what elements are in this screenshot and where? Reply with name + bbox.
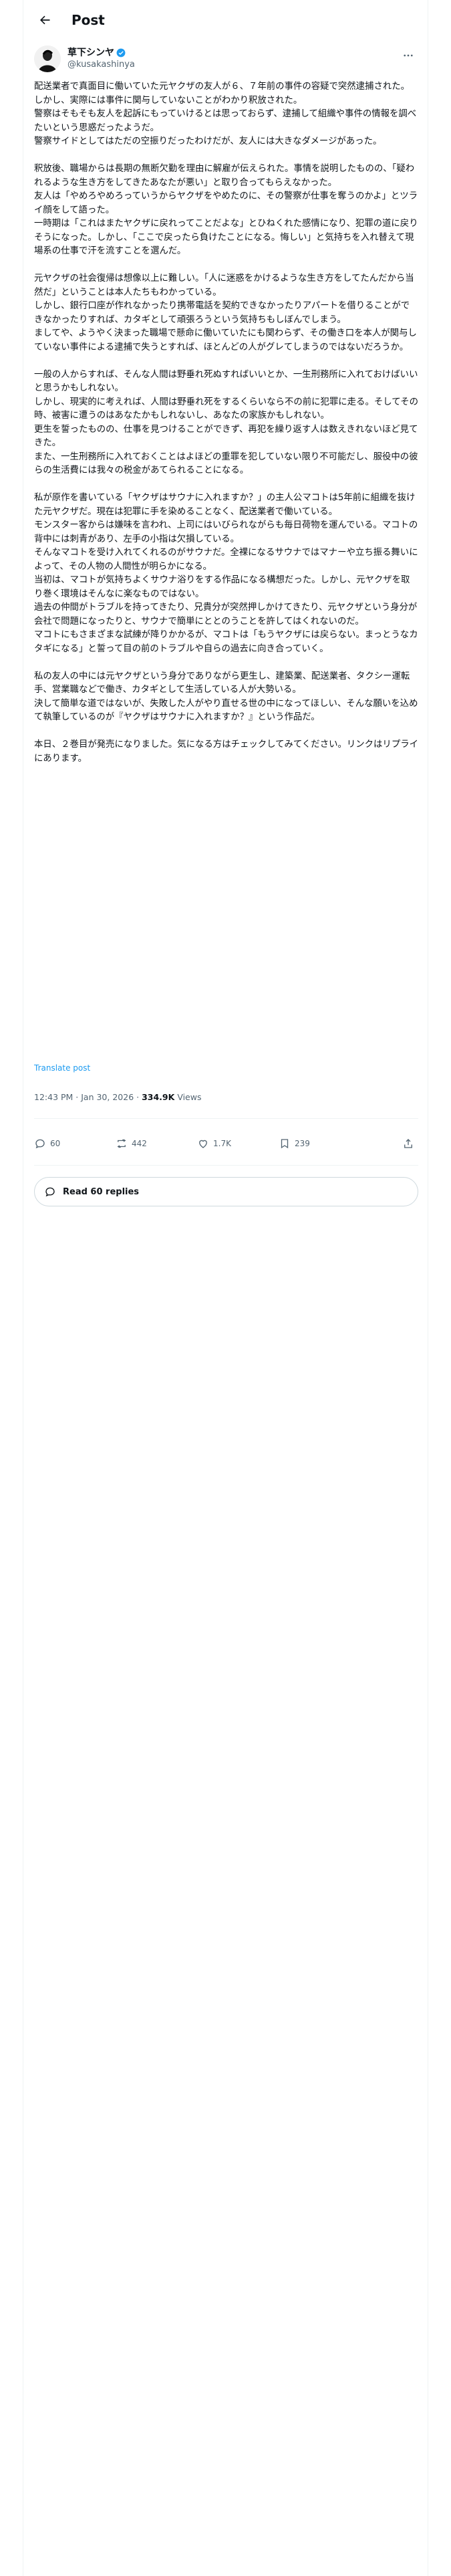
share-icon bbox=[404, 1139, 412, 1148]
post-metadata: 12:43 PM · Jan 30, 2026 · 334.9K Views bbox=[34, 1092, 202, 1102]
reply-icon bbox=[35, 1139, 45, 1149]
author-name-row: 草下シンヤ bbox=[67, 47, 135, 59]
views-count: 334.9K bbox=[142, 1092, 175, 1102]
translate-post-link[interactable]: Translate post bbox=[34, 1063, 90, 1073]
post-timestamp[interactable]: 12:43 PM · Jan 30, 2026 bbox=[34, 1092, 134, 1102]
post-text: 配送業者で真面目に働いていた元ヤクザの友人が６、７年前の事件の容疑で突然逮捕され… bbox=[34, 82, 418, 764]
reply-count: 60 bbox=[50, 1139, 61, 1148]
bookmark-icon bbox=[281, 1139, 289, 1149]
heart-icon bbox=[199, 1140, 207, 1148]
read-replies-button[interactable]: Read 60 replies bbox=[34, 1177, 418, 1206]
meta-separator: · bbox=[136, 1092, 142, 1102]
author-row: 草下シンヤ @kusakashinya bbox=[34, 44, 418, 74]
divider-top bbox=[34, 1118, 418, 1119]
author-handle[interactable]: @kusakashinya bbox=[67, 59, 135, 71]
like-button[interactable]: 1.7K bbox=[197, 1138, 279, 1150]
author-name[interactable]: 草下シンヤ bbox=[67, 47, 114, 59]
read-replies-label: Read 60 replies bbox=[63, 1186, 140, 1197]
verified-badge-icon bbox=[116, 48, 126, 58]
action-bar: 60 442 1.7K 239 bbox=[34, 1130, 418, 1157]
repost-button[interactable]: 442 bbox=[116, 1138, 197, 1150]
avatar[interactable] bbox=[34, 45, 61, 72]
post-page: Post 草下シンヤ @kusakashinya 配送業者で真面目に働いていた元… bbox=[23, 0, 428, 2576]
back-button[interactable] bbox=[33, 8, 57, 32]
avatar-image-icon bbox=[34, 45, 61, 72]
author-text: 草下シンヤ @kusakashinya bbox=[67, 47, 135, 71]
repost-count: 442 bbox=[132, 1139, 147, 1148]
chat-bubble-icon bbox=[45, 1187, 55, 1197]
bookmark-count: 239 bbox=[295, 1139, 310, 1148]
bookmark-button[interactable]: 239 bbox=[279, 1138, 360, 1150]
share-button[interactable] bbox=[402, 1138, 418, 1150]
like-count: 1.7K bbox=[213, 1139, 231, 1148]
reply-button[interactable]: 60 bbox=[34, 1138, 116, 1150]
repost-icon bbox=[117, 1139, 126, 1148]
arrow-left-icon bbox=[40, 15, 50, 25]
views-label: Views bbox=[177, 1092, 202, 1102]
more-options-button[interactable] bbox=[398, 45, 418, 66]
more-dots-icon bbox=[404, 54, 413, 57]
top-bar: Post bbox=[23, 0, 428, 40]
divider-bottom bbox=[34, 1165, 418, 1166]
page-title: Post bbox=[71, 12, 105, 28]
